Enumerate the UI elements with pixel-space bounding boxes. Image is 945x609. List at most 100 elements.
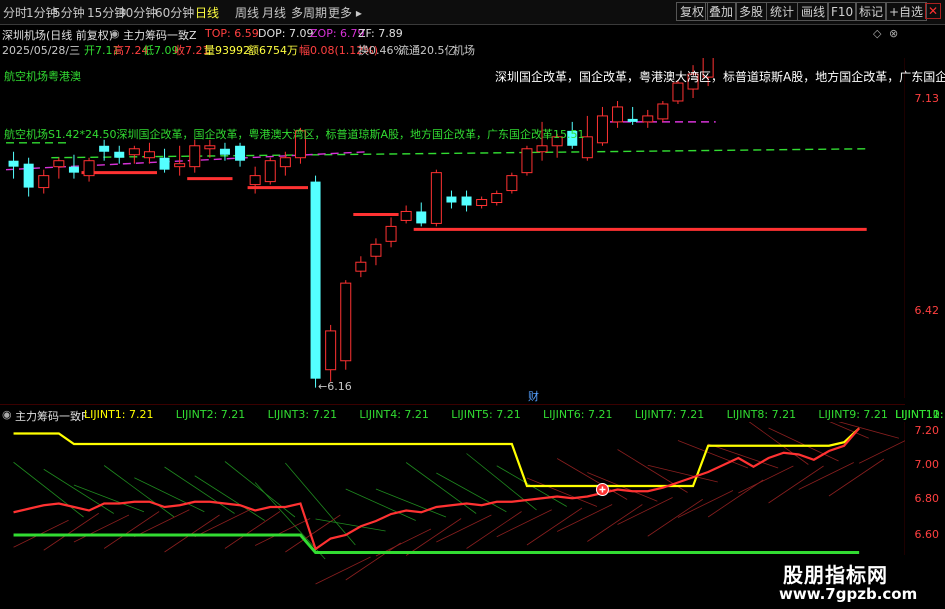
candle-body-23 (355, 261, 367, 272)
main-indicator-name: 主力筹码一致Z (123, 29, 197, 42)
fan-line-low-4 (73, 514, 130, 543)
toolbar-button-3[interactable]: 统计 (766, 2, 799, 21)
candle-body-41 (627, 118, 638, 122)
diamond-icon[interactable]: ◇ (873, 27, 881, 40)
fan-line-low-36 (556, 504, 613, 532)
candle-body-44 (672, 82, 684, 102)
fan-line-low-6 (103, 511, 160, 549)
bar-volume: 量93992 (204, 44, 250, 57)
toolbar-button-7[interactable]: +自选 (885, 2, 928, 21)
candle-body-14 (219, 148, 230, 155)
candle-body-30 (461, 196, 472, 206)
close-icon[interactable]: ✕ (925, 3, 941, 19)
watermark-title: 股朋指标网 (783, 563, 888, 587)
indicator-value-0: LIJINT1: 7.21 (84, 408, 154, 421)
fan-line-low-56 (858, 440, 905, 464)
tab-timeframe-10[interactable]: 更多 ▸ (328, 4, 362, 21)
candle-body-8 (128, 148, 140, 156)
pane-separator (0, 404, 905, 405)
float-cap: 流通20.5亿 (398, 44, 456, 57)
candle-body-26 (400, 210, 412, 221)
top-toolbar: 分时 1分钟 5分钟 15分钟 30分钟 60分钟 日线 周线 月线 多周期 更多 ▸ 复权 叠加 多股… (0, 0, 945, 25)
candle-body-39 (596, 115, 608, 144)
fan-line-low-48 (738, 465, 794, 494)
candle-body-24 (370, 243, 382, 257)
tab-timeframe-7[interactable]: 周线 (235, 4, 259, 21)
fan-line-2 (43, 468, 114, 514)
candle-body-0 (8, 160, 19, 167)
fan-line-low-34 (526, 507, 583, 546)
indicator-series-2 (13, 533, 860, 554)
indicator-value-7: LIJINT8: 7.21 (726, 408, 797, 421)
tab-timeframe-8[interactable]: 月线 (262, 4, 286, 21)
tab-timeframe-2[interactable]: 5分钟 (53, 4, 85, 21)
fan-line-46 (708, 443, 779, 469)
tab-timeframe-6[interactable]: 日线 (195, 4, 219, 21)
fan-line-low-42 (647, 498, 703, 537)
candle-body-33 (506, 175, 518, 192)
candle-body-11 (174, 163, 186, 168)
fan-line-low-52 (798, 462, 854, 490)
candle-body-34 (521, 148, 533, 174)
y-label-ind-3: 6.60 (914, 528, 940, 541)
fan-line-24 (375, 488, 447, 518)
bar-amount: 额6754万 (248, 44, 298, 57)
fan-line-low-2 (43, 512, 99, 551)
indicator-value-6: LIJINT7: 7.21 (634, 408, 705, 421)
toolbar-button-2[interactable]: 多股 (735, 2, 768, 21)
toolbar-button-4[interactable]: 画线 (797, 2, 830, 21)
candle-body-43 (657, 103, 669, 120)
fan-line-low-8 (134, 509, 190, 538)
stock-title: 深圳机场(日线 前复权) (2, 29, 114, 42)
top-value: TOP: 6.59 (205, 27, 259, 40)
pane-close-icon[interactable]: ⊗ (889, 27, 898, 40)
candle-body-3 (53, 160, 65, 168)
candle-body-4 (68, 166, 79, 173)
candle-body-20 (310, 181, 321, 379)
dop-value: DOP: 7.09 (258, 27, 314, 40)
fan-line-22 (345, 488, 416, 521)
toolbar-button-1[interactable]: 叠加 (705, 2, 738, 21)
candle-body-18 (279, 157, 291, 168)
candle-body-16 (249, 175, 261, 186)
candle-body-29 (446, 196, 457, 203)
tab-timeframe-0[interactable]: 分时 (3, 4, 27, 21)
y-label-ind-0: 7.20 (914, 424, 940, 437)
tab-timeframe-5[interactable]: 60分钟 (155, 4, 194, 21)
tab-timeframe-4[interactable]: 30分钟 (118, 4, 157, 21)
toolbar-button-5[interactable]: F10 (827, 2, 858, 21)
indicator-value-5: LIJINT6: 7.21 (543, 408, 613, 421)
fan-line-low-54 (828, 458, 885, 497)
concept-left: 航空机场粤港澳 (4, 70, 81, 83)
fan-line-low-28 (436, 514, 492, 543)
toolbar-button-6[interactable]: 标记 (855, 2, 888, 21)
fan-line-6 (103, 465, 175, 518)
finance-marker[interactable]: 财 (528, 388, 539, 404)
candle-body-7 (114, 151, 125, 158)
fan-line-34 (526, 477, 598, 507)
indicator-settings-icon[interactable]: ◉ (110, 27, 120, 40)
tab-timeframe-9[interactable]: 多周期 (291, 4, 327, 21)
candle-body-27 (416, 211, 427, 224)
indicator-value-4: LIJINT5: 7.21 (451, 408, 521, 421)
indicator-series-0 (13, 427, 860, 488)
candle-body-5 (83, 160, 95, 177)
candle-body-31 (476, 199, 488, 206)
candle-body-35 (536, 145, 548, 153)
y-label-main-top: 7.13 (914, 92, 940, 105)
watermark: 股朋指标网 www.7gpzb.com (765, 555, 945, 609)
candle-body-21 (325, 330, 337, 371)
candle-body-1 (23, 163, 34, 188)
indicator-value-1: LIJINT2: 7.21 (175, 408, 246, 421)
toolbar-button-0[interactable]: 复权 (676, 2, 709, 21)
fan-line-low-20 (315, 556, 371, 585)
fan-line-12 (194, 475, 265, 521)
candle-body-13 (204, 145, 216, 150)
watermark-url: www.7gpzb.com (779, 585, 918, 603)
candlestick-chart[interactable] (0, 58, 905, 398)
candle-body-2 (38, 175, 50, 189)
y-label-main-bottom: 6.42 (914, 304, 940, 317)
fan-line-low-38 (587, 504, 643, 542)
bar-date: 2025/05/28/三 (2, 44, 81, 57)
indicator-settings-icon-2[interactable]: ◉ (2, 408, 12, 421)
